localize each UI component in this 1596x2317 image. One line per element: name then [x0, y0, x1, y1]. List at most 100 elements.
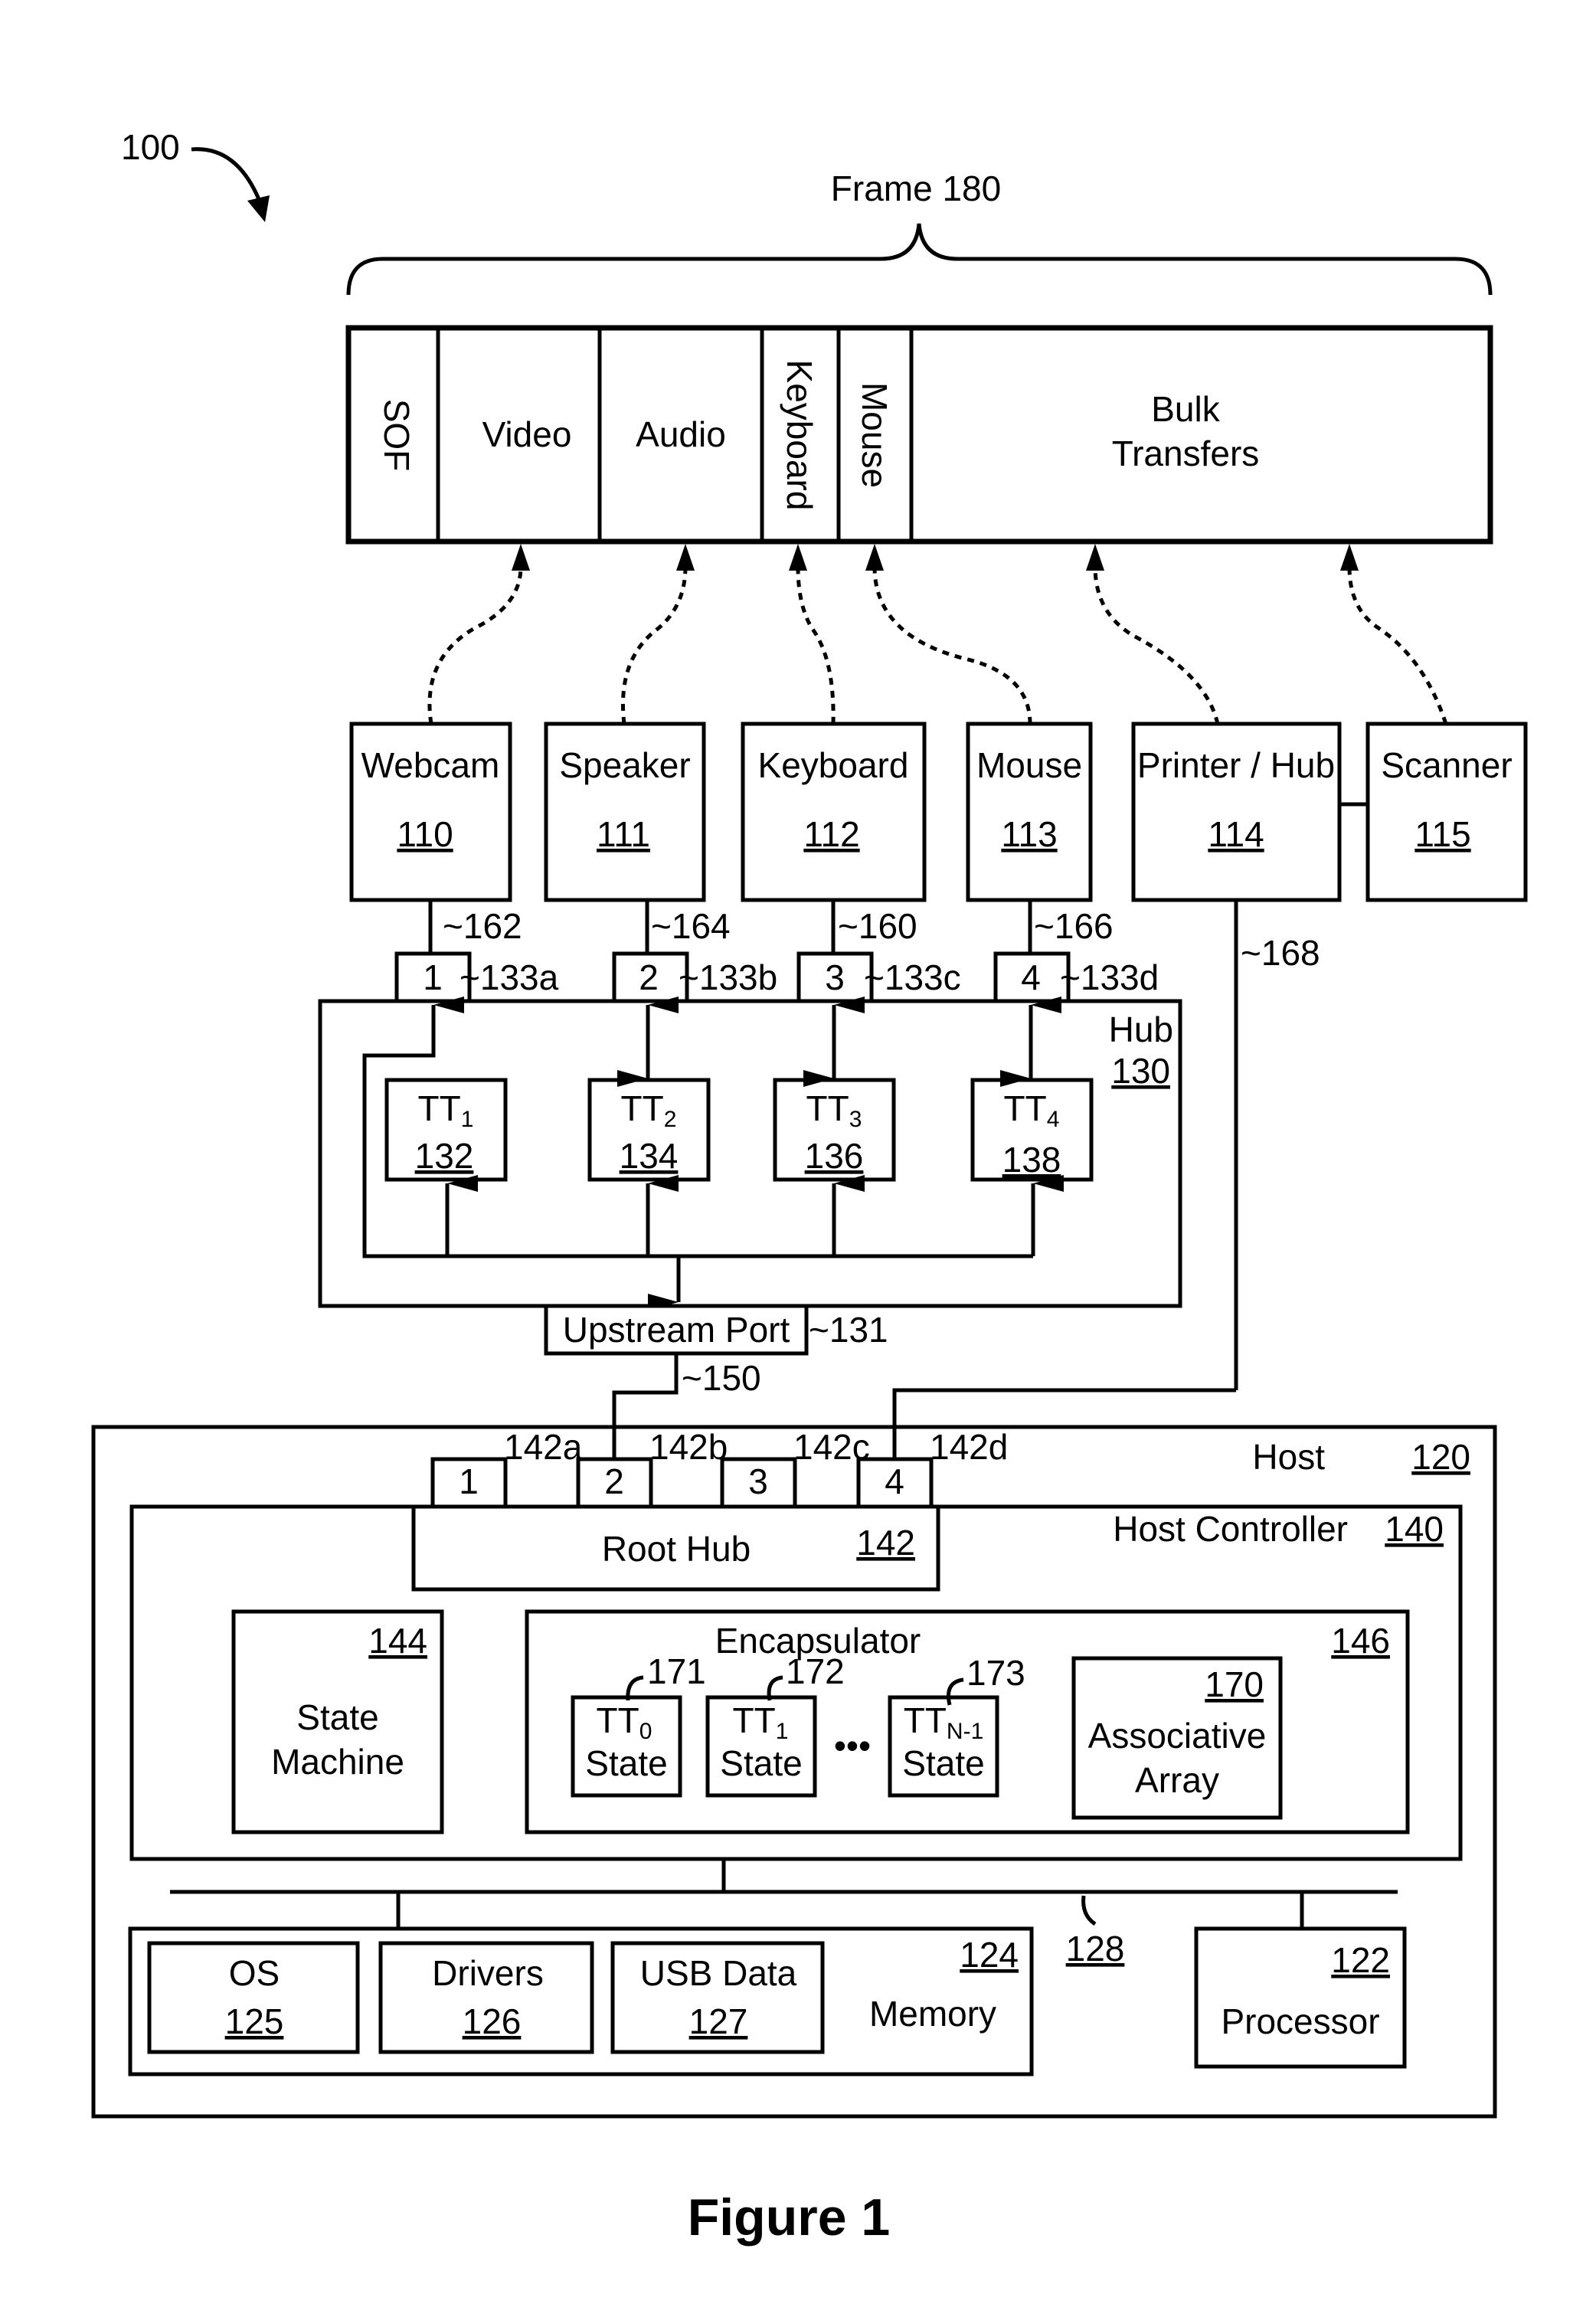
svg-text:1: 1 — [459, 1461, 479, 1501]
device-ref: 115 — [1414, 814, 1470, 854]
device-speaker: Speaker 111 — [544, 722, 706, 902]
link-ref-166: ~166 — [1034, 906, 1114, 946]
svg-text:4: 4 — [885, 1461, 904, 1501]
memory-ref: 124 — [960, 1935, 1019, 1975]
tt-ref: 132 — [415, 1136, 474, 1176]
processor-122: 122 Processor — [1194, 1926, 1407, 2069]
device-name: Webcam — [361, 745, 500, 785]
root-port-3: 3 142c — [720, 1427, 870, 1509]
host-controller-140: Host Controller 140 Root Hub 142 144 Sta… — [129, 1504, 1463, 1861]
svg-text:USB Data: USB Data — [640, 1953, 797, 1993]
hub-port-1: 1 ~133a — [394, 951, 559, 1003]
svg-text:1: 1 — [423, 957, 443, 997]
frame-seg-bulk: Bulk — [1151, 389, 1220, 429]
port-ref: ~133b — [679, 957, 777, 997]
state-machine-ref: 144 — [368, 1621, 427, 1661]
figure-ref-100: 100 — [121, 127, 180, 167]
memory-label: Memory — [869, 1994, 996, 2034]
root-port-ref: 142d — [930, 1427, 1008, 1467]
root-hub-ref: 142 — [856, 1523, 915, 1563]
device-keyboard: Keyboard 112 — [741, 722, 927, 902]
device-printer-hub: Printer / Hub 114 — [1131, 722, 1342, 902]
dotted-mouse-to-mouse — [872, 566, 1032, 725]
device-scanner: Scanner 115 — [1365, 722, 1528, 902]
link-ref-162: ~162 — [443, 906, 522, 946]
frame-seg-sof: SOF — [377, 399, 417, 472]
state-ref: 173 — [966, 1653, 1025, 1693]
memory-os-125: OS 125 — [147, 1941, 360, 2054]
host-120: Host 120 1 142a 2 142b 3 142c 4 142d Hos… — [91, 1425, 1497, 2119]
device-webcam: Webcam 110 — [349, 722, 512, 902]
svg-text:OS: OS — [229, 1953, 280, 1993]
usb-system-diagram: 100 Frame 180 SOF Video Audio Keyboard M… — [91, 127, 1528, 2247]
uplink-ref: ~150 — [682, 1358, 761, 1398]
svg-text:3: 3 — [748, 1461, 768, 1501]
tt-2: TT2 134 — [587, 1078, 711, 1182]
associative-array-170: 170 Associative Array — [1071, 1656, 1283, 1820]
device-ref: 112 — [803, 814, 859, 854]
root-hub-142: Root Hub 142 — [411, 1504, 940, 1592]
dotted-speaker-to-audio — [620, 566, 688, 725]
tt-1: TT1 132 — [384, 1078, 508, 1182]
svg-text:State: State — [296, 1697, 378, 1737]
svg-text:2: 2 — [639, 957, 659, 997]
hub-port-2: 2 ~133b — [612, 951, 777, 1003]
svg-text:Drivers: Drivers — [432, 1953, 544, 1993]
state-ref: 172 — [786, 1651, 845, 1691]
figure-caption: Figure 1 — [688, 2188, 891, 2247]
tt-ref: 136 — [805, 1136, 864, 1176]
frame-seg-mouse: Mouse — [855, 382, 894, 488]
svg-text:Array: Array — [1135, 1760, 1219, 1800]
device-ref: 114 — [1208, 814, 1264, 854]
encapsulator-ref: 146 — [1331, 1621, 1390, 1661]
host-controller-label: Host Controller — [1113, 1509, 1348, 1549]
frame-label: Frame 180 — [831, 169, 1001, 208]
link-ref-164: ~164 — [651, 906, 731, 946]
tt-3: TT3 136 — [773, 1078, 896, 1182]
dotted-printer-to-bulk — [1093, 566, 1220, 725]
host-ref: 120 — [1411, 1437, 1470, 1477]
svg-text:Associative: Associative — [1088, 1716, 1267, 1756]
frame-180: SOF Video Audio Keyboard Mouse Bulk Tran… — [345, 325, 1493, 545]
hub-port-3: 3 ~133c — [796, 951, 961, 1003]
device-ref: 111 — [597, 814, 650, 854]
upstream-port: Upstream Port ~131 — [544, 1304, 888, 1356]
svg-text:4: 4 — [1021, 957, 1041, 997]
ref-100-arrow — [191, 147, 263, 204]
link-ref-160: ~160 — [838, 906, 917, 946]
link-ref-168: ~168 — [1241, 933, 1320, 973]
frame-brace — [346, 223, 1493, 296]
device-mouse: Mouse 113 — [966, 722, 1093, 902]
processor-label: Processor — [1221, 2001, 1379, 2041]
dotted-keyboard-to-keyboard — [796, 566, 836, 725]
frame-seg-audio: Audio — [636, 414, 726, 454]
host-label: Host — [1252, 1437, 1325, 1477]
bus-ref: 128 — [1066, 1929, 1125, 1968]
svg-text:126: 126 — [463, 2001, 522, 2041]
device-name: Speaker — [559, 745, 690, 785]
port-ref: ~133d — [1060, 957, 1159, 997]
svg-text:State: State — [720, 1743, 802, 1783]
upstream-ref: ~131 — [809, 1310, 888, 1350]
frame-seg-keyboard: Keyboard — [780, 360, 819, 511]
hub-130: Hub 130 TT1 132 TT2 134 TT3 136 TT4 138 — [318, 997, 1182, 1311]
svg-text:3: 3 — [825, 957, 845, 997]
memory-drivers-126: Drivers 126 — [378, 1941, 594, 2054]
svg-text:State: State — [585, 1743, 667, 1783]
device-ref: 110 — [397, 814, 453, 854]
port-ref: ~133c — [864, 957, 961, 997]
ellipsis: ••• — [834, 1726, 871, 1766]
root-port-ref: 142a — [504, 1427, 583, 1467]
root-hub-label: Root Hub — [602, 1529, 751, 1569]
ref-100-arrowhead — [247, 195, 270, 222]
device-name: Printer / Hub — [1137, 745, 1335, 785]
processor-ref: 122 — [1331, 1940, 1390, 1980]
tt-4: TT4 138 — [970, 1078, 1094, 1182]
tt-ref: 138 — [1002, 1140, 1061, 1180]
memory-124: 124 Memory OS 125 Drivers 126 USB Data 1… — [128, 1926, 1034, 2076]
device-ref: 113 — [1001, 814, 1057, 854]
frame-seg-video: Video — [482, 414, 572, 454]
device-name: Mouse — [976, 745, 1082, 785]
dotted-webcam-to-video — [427, 566, 523, 725]
frame-seg-transfers: Transfers — [1112, 434, 1260, 473]
